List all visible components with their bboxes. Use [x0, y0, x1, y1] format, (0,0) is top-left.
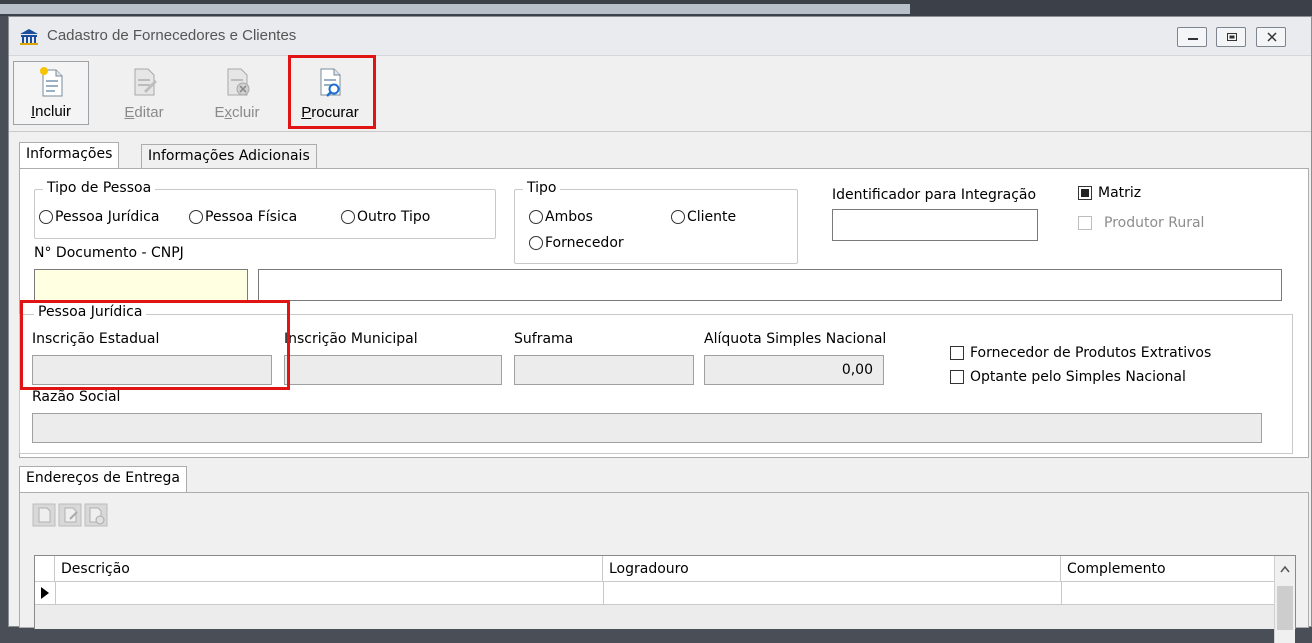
grid-corner [35, 556, 55, 582]
optante-simples-checkbox[interactable]: Optante pelo Simples Nacional [950, 369, 1186, 385]
razao-social-label: Razão Social [32, 389, 121, 405]
main-window: Cadastro de Fornecedores e Clientes Incl… [8, 16, 1312, 643]
radio-pessoa-juridica[interactable]: Pessoa Jurídica [39, 208, 159, 226]
inscricao-municipal-input[interactable] [284, 355, 502, 385]
main-tabs: Informações Informações Adicionais [19, 142, 1309, 168]
restore-icon [1227, 33, 1237, 41]
maximize-button[interactable] [1216, 27, 1246, 47]
aliquota-input[interactable]: 0,00 [704, 355, 884, 385]
enderecos-grid: Descrição Logradouro Complemento [34, 555, 1296, 643]
desktop-top-strip [0, 0, 1312, 16]
radio-ambos[interactable]: Ambos [529, 208, 593, 226]
pessoa-juridica-group: Pessoa Jurídica Inscrição Estadual Inscr… [19, 304, 1293, 454]
excluir-button[interactable]: Excluir [199, 61, 275, 125]
produtor-rural-checkbox[interactable]: Produtor Rural [1078, 215, 1204, 231]
enderecos-panel: Descrição Logradouro Complemento [19, 492, 1309, 643]
minimize-button[interactable] [1177, 27, 1207, 47]
tab-enderecos-entrega[interactable]: Endereços de Entrega [19, 466, 187, 492]
app-icon [20, 29, 38, 45]
pessoa-juridica-title: Pessoa Jurídica [34, 304, 147, 320]
tab-informacoes-adicionais[interactable]: Informações Adicionais [141, 144, 317, 168]
row-pointer-icon [41, 587, 49, 599]
vertical-scrollbar[interactable] [1274, 556, 1295, 643]
tipo-pessoa-group: Tipo de Pessoa Pessoa Jurídica Pessoa Fí… [34, 180, 496, 239]
scroll-up-icon[interactable] [1280, 565, 1290, 573]
suframa-input[interactable] [514, 355, 694, 385]
identificador-input[interactable] [832, 209, 1038, 241]
inscricao-municipal-label: Inscrição Municipal [284, 331, 418, 347]
search-document-icon [320, 68, 341, 97]
documento-input[interactable] [34, 269, 248, 301]
procurar-button[interactable]: Procurar [292, 61, 368, 125]
column-complemento[interactable]: Complemento [1061, 556, 1275, 582]
radio-fornecedor[interactable]: Fornecedor [529, 234, 624, 252]
editar-label: Editar [124, 104, 164, 121]
razao-social-input[interactable] [32, 413, 1262, 443]
tipo-pessoa-title: Tipo de Pessoa [43, 180, 156, 196]
toolbar: Incluir Editar Excluir Procurar [9, 57, 1311, 132]
excluir-label: Excluir [214, 104, 260, 121]
column-logradouro[interactable]: Logradouro [603, 556, 1061, 582]
inscricao-estadual-input[interactable] [32, 355, 272, 385]
tab-informacoes[interactable]: Informações [19, 142, 120, 168]
radio-pessoa-fisica[interactable]: Pessoa Física [189, 208, 297, 226]
incluir-label: Incluir [30, 103, 72, 120]
matriz-checkbox[interactable]: Matriz [1078, 185, 1141, 201]
editar-button[interactable]: Editar [106, 61, 182, 125]
new-document-icon [40, 67, 63, 97]
fornecedor-extrativos-checkbox[interactable]: Fornecedor de Produtos Extrativos [950, 345, 1211, 361]
title-bar: Cadastro de Fornecedores e Clientes [9, 17, 1311, 56]
add-endereco-icon[interactable] [32, 503, 56, 527]
delete-document-icon [227, 68, 250, 96]
procurar-label: Procurar [301, 104, 359, 121]
suframa-label: Suframa [514, 331, 574, 347]
close-button[interactable] [1256, 27, 1286, 47]
inscricao-estadual-label: Inscrição Estadual [32, 331, 160, 347]
documento-nome-input[interactable] [258, 269, 1282, 301]
edit-endereco-icon[interactable] [58, 503, 82, 527]
column-descricao[interactable]: Descrição [55, 556, 603, 582]
window-title: Cadastro de Fornecedores e Clientes [47, 27, 297, 44]
incluir-button[interactable]: Incluir [13, 61, 89, 125]
close-icon [1267, 32, 1277, 42]
aliquota-label: Alíquota Simples Nacional [704, 331, 887, 347]
documento-label: N° Documento - CNPJ [34, 245, 184, 261]
identificador-label: Identificador para Integração [832, 187, 1037, 203]
tipo-group: Tipo Ambos Cliente Fornecedor [514, 180, 798, 264]
minimize-icon [1188, 38, 1198, 40]
table-row[interactable] [35, 582, 1275, 605]
radio-outro-tipo[interactable]: Outro Tipo [341, 208, 430, 226]
radio-cliente[interactable]: Cliente [671, 208, 736, 226]
edit-document-icon [134, 68, 157, 96]
delete-endereco-icon[interactable] [84, 503, 108, 527]
tipo-title: Tipo [523, 180, 561, 196]
